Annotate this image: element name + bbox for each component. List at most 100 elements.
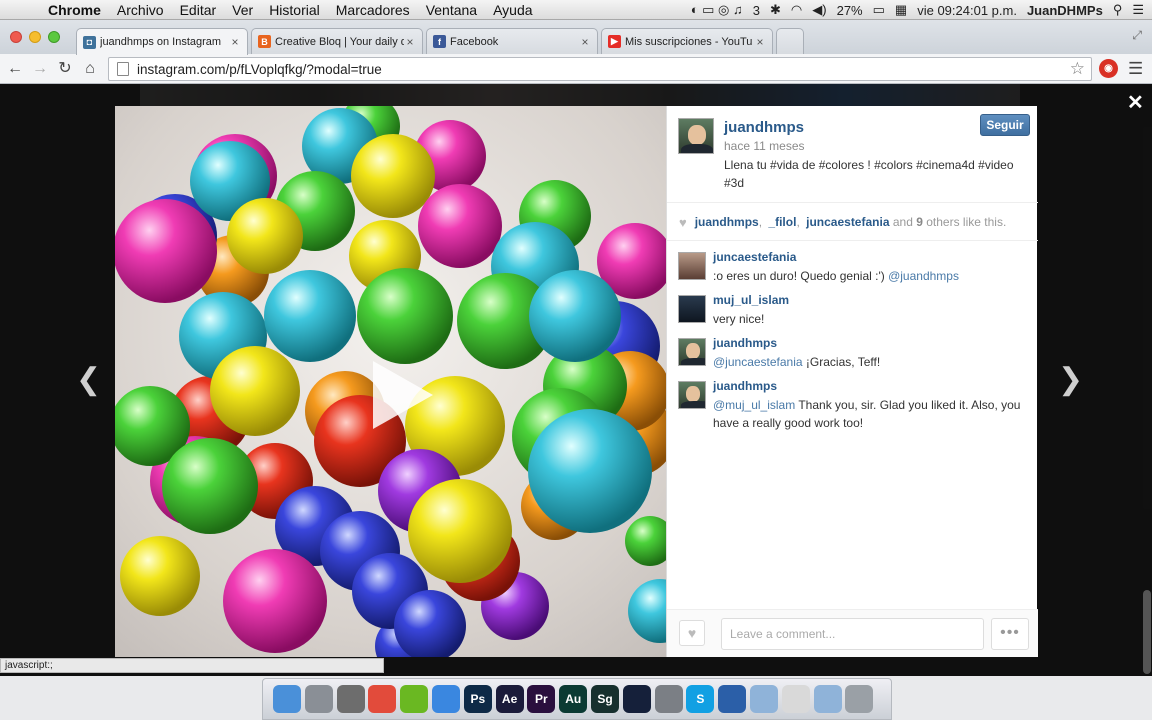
comment-body: very nice! <box>713 312 765 326</box>
menu-marcadores[interactable]: Marcadores <box>336 2 410 18</box>
like-user[interactable]: juandhmps <box>695 215 759 229</box>
extension-icon[interactable]: ◉ <box>1099 59 1118 78</box>
tab-youtube[interactable]: ▶ Mis suscripciones - YouTu × <box>601 28 773 54</box>
back-arrow-icon[interactable]: ← <box>4 58 26 80</box>
likes-suffix[interactable]: others like this. <box>926 215 1006 229</box>
after-effects-icon[interactable]: Ae <box>495 685 524 713</box>
window-close-button[interactable] <box>10 31 22 43</box>
avatar[interactable] <box>678 252 706 280</box>
tab-instagram[interactable]: ◘ juandhmps on Instagram × <box>76 28 248 55</box>
reload-icon[interactable]: ↻ <box>54 58 76 80</box>
skype-icon[interactable]: S <box>686 685 715 713</box>
play-icon[interactable] <box>363 353 443 433</box>
menu-historial[interactable]: Historial <box>269 2 320 18</box>
comment-footer: ♥ ••• <box>667 609 1038 657</box>
document-icon[interactable] <box>781 685 810 713</box>
comment-username[interactable]: juandhmps <box>713 336 777 350</box>
menu-editar[interactable]: Editar <box>180 2 217 18</box>
bluetooth-icon[interactable]: ✱ <box>770 2 781 18</box>
downloads-icon[interactable] <box>813 685 842 713</box>
finder-icon[interactable] <box>273 685 301 713</box>
avatar[interactable] <box>678 338 706 366</box>
tab-close-icon[interactable]: × <box>579 35 591 49</box>
tab-label: Mis suscripciones - YouTu <box>625 35 753 48</box>
tab-bar: ◘ juandhmps on Instagram × B Creative Bl… <box>0 20 1152 55</box>
new-tab-button[interactable] <box>776 28 804 54</box>
menu-ventana[interactable]: Ventana <box>426 2 477 18</box>
fullscreen-icon[interactable]: ⤢ <box>1132 28 1142 43</box>
url-text[interactable]: instagram.com/p/fLVoplqfkg/?modal=true <box>137 62 382 77</box>
post-time[interactable]: hace 11 meses <box>724 139 805 153</box>
comment-mention[interactable]: @juncaestefania <box>713 355 803 369</box>
comment-username[interactable]: juncaestefania <box>713 250 796 264</box>
photoshop-icon[interactable]: Ps <box>463 685 492 713</box>
tab-label: Creative Bloq | Your daily d <box>275 35 404 48</box>
premiere-icon[interactable]: Pr <box>527 685 556 713</box>
tab-close-icon[interactable]: × <box>754 35 766 49</box>
forward-arrow-icon[interactable]: → <box>29 58 51 80</box>
audition-icon[interactable]: Au <box>559 685 588 713</box>
comment-text: @muj_ul_islam Thank you, sir. Glad you l… <box>713 396 1033 432</box>
itunes-icon[interactable] <box>432 685 460 713</box>
notifications-icon[interactable]: ☰ <box>1132 2 1144 18</box>
more-options-button[interactable]: ••• <box>991 618 1029 650</box>
page-scrollbar[interactable] <box>1143 590 1151 674</box>
menu-app-name[interactable]: Chrome <box>48 2 101 18</box>
speedgrade-icon[interactable]: Sg <box>591 685 619 713</box>
spotify-icon[interactable] <box>400 685 429 713</box>
like-user[interactable]: _filol <box>768 215 796 229</box>
battery-icon: ▭ <box>872 2 885 17</box>
tray-icon[interactable]: ◐ ▭ ◎ ♫ <box>691 2 743 18</box>
divider <box>667 240 1038 241</box>
follow-button[interactable]: Seguir <box>980 114 1030 136</box>
bookmark-star-icon[interactable]: ☆ <box>1070 59 1085 79</box>
close-modal-icon[interactable]: ✕ <box>1127 90 1144 115</box>
battery-percent[interactable]: 27% <box>837 3 863 18</box>
launchpad-icon[interactable] <box>304 685 333 713</box>
likes-count[interactable]: 9 <box>916 215 923 229</box>
tab-creative-bloq[interactable]: B Creative Bloq | Your daily d × <box>251 28 423 54</box>
system-preferences-icon[interactable] <box>654 685 683 713</box>
comment-input[interactable] <box>721 618 984 650</box>
menu-archivo[interactable]: Archivo <box>117 2 164 18</box>
user-menu[interactable]: JuanDHMPs <box>1027 3 1103 18</box>
tab-close-icon[interactable]: × <box>229 35 241 49</box>
cinema4d-icon[interactable] <box>622 685 651 713</box>
menu-ayuda[interactable]: Ayuda <box>493 2 532 18</box>
dock: Ps Ae Pr Au Sg S <box>262 678 892 720</box>
tab-close-icon[interactable]: × <box>404 35 416 49</box>
menu-ver[interactable]: Ver <box>232 2 253 18</box>
window-minimize-button[interactable] <box>29 31 41 43</box>
comment-username[interactable]: muj_ul_islam <box>713 293 789 307</box>
like-user[interactable]: juncaestefania <box>806 215 889 229</box>
home-icon[interactable]: ⌂ <box>79 58 101 80</box>
comment-mention[interactable]: @juandhmps <box>888 269 959 283</box>
window-zoom-button[interactable] <box>48 31 60 43</box>
quicktime-icon[interactable] <box>718 685 747 713</box>
creativebloq-icon: B <box>258 35 271 48</box>
chrome-menu-icon[interactable]: ☰ <box>1128 59 1143 79</box>
avatar[interactable] <box>678 381 706 409</box>
post-sidebar: juandhmps hace 11 meses Llena tu #vida d… <box>666 106 1038 657</box>
trash-icon[interactable] <box>845 685 874 713</box>
comment-username[interactable]: juandhmps <box>713 379 777 393</box>
clock[interactable]: vie 09:24:01 p.m. <box>917 3 1017 18</box>
previous-post-icon[interactable]: ❮ <box>76 362 101 397</box>
post-video[interactable] <box>115 106 666 657</box>
comment-mention[interactable]: @muj_ul_islam <box>713 398 795 412</box>
post-username[interactable]: juandhmps <box>724 119 804 136</box>
wifi-icon[interactable]: ◠ <box>791 2 802 18</box>
chrome-icon[interactable] <box>368 685 397 713</box>
photo-icon[interactable] <box>336 685 365 713</box>
comment-body: ¡Gracias, Teff! <box>805 355 881 369</box>
folder-icon[interactable] <box>750 685 778 713</box>
calendar-icon[interactable]: ▦ <box>895 2 907 18</box>
volume-icon[interactable]: ◀) <box>812 2 826 18</box>
like-heart-icon[interactable]: ♥ <box>679 620 705 646</box>
avatar[interactable] <box>678 118 714 154</box>
address-bar[interactable]: instagram.com/p/fLVoplqfkg/?modal=true ☆ <box>108 57 1092 81</box>
next-post-icon[interactable]: ❯ <box>1058 362 1083 397</box>
tab-facebook[interactable]: f Facebook × <box>426 28 598 54</box>
avatar[interactable] <box>678 295 706 323</box>
spotlight-icon[interactable]: ⚲ <box>1113 2 1123 18</box>
